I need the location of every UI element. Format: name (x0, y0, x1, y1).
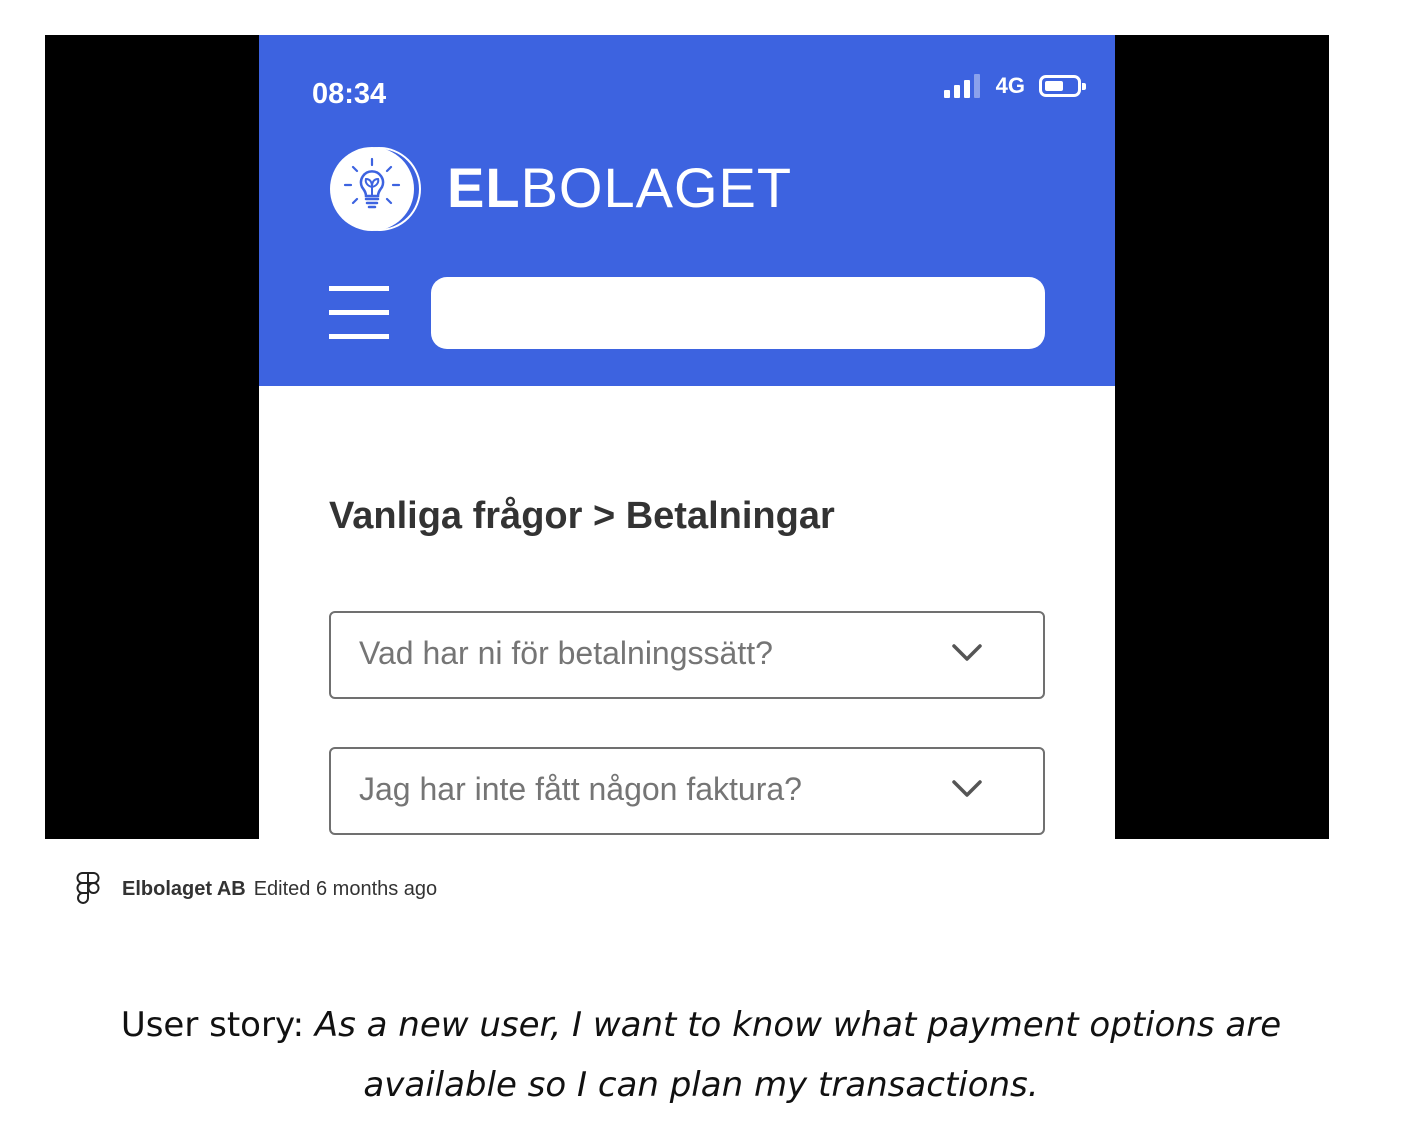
lightbulb-leaf-icon (330, 147, 421, 231)
user-story-label: User story: (120, 1005, 315, 1045)
faq-question: Vad har ni för betalningssätt? (359, 635, 773, 671)
faq-question: Jag har inte fått någon faktura? (359, 771, 802, 807)
embed-caption: Elbolaget AB Edited 6 months ago (76, 872, 437, 906)
signal-icon (943, 74, 980, 98)
brand-wordmark[interactable]: ELBOLAGET (447, 155, 792, 220)
figma-embed: 08:34 4G ELBOLAGET Vanliga frågor > Beta… (45, 35, 1329, 839)
network-type: 4G (995, 73, 1025, 98)
battery-icon (1039, 75, 1086, 97)
status-indicators: 4G (943, 73, 1086, 99)
faq-item-missing-invoice[interactable]: Jag har inte fått någon faktura? (329, 747, 1045, 835)
chevron-down-icon (952, 780, 982, 797)
search-input[interactable] (431, 277, 1045, 349)
figma-icon (76, 872, 100, 904)
user-story: User story: As a new user, I want to kno… (60, 995, 1342, 1115)
file-owner[interactable]: Elbolaget AB (122, 878, 246, 901)
hamburger-menu-icon[interactable] (329, 286, 389, 340)
user-story-text: As a new user, I want to know what payme… (314, 1005, 1282, 1105)
breadcrumb: Vanliga frågor > Betalningar (329, 495, 835, 537)
app-header: 08:34 4G ELBOLAGET (259, 35, 1115, 386)
phone-screen: 08:34 4G ELBOLAGET Vanliga frågor > Beta… (259, 35, 1115, 839)
faq-item-payment-methods[interactable]: Vad har ni för betalningssätt? (329, 611, 1045, 699)
edited-time: Edited 6 months ago (253, 877, 438, 900)
brand-name-bold: EL (447, 156, 521, 219)
brand-name-light: BOLAGET (520, 156, 793, 219)
chevron-down-icon (952, 644, 982, 661)
status-time: 08:34 (312, 78, 387, 110)
